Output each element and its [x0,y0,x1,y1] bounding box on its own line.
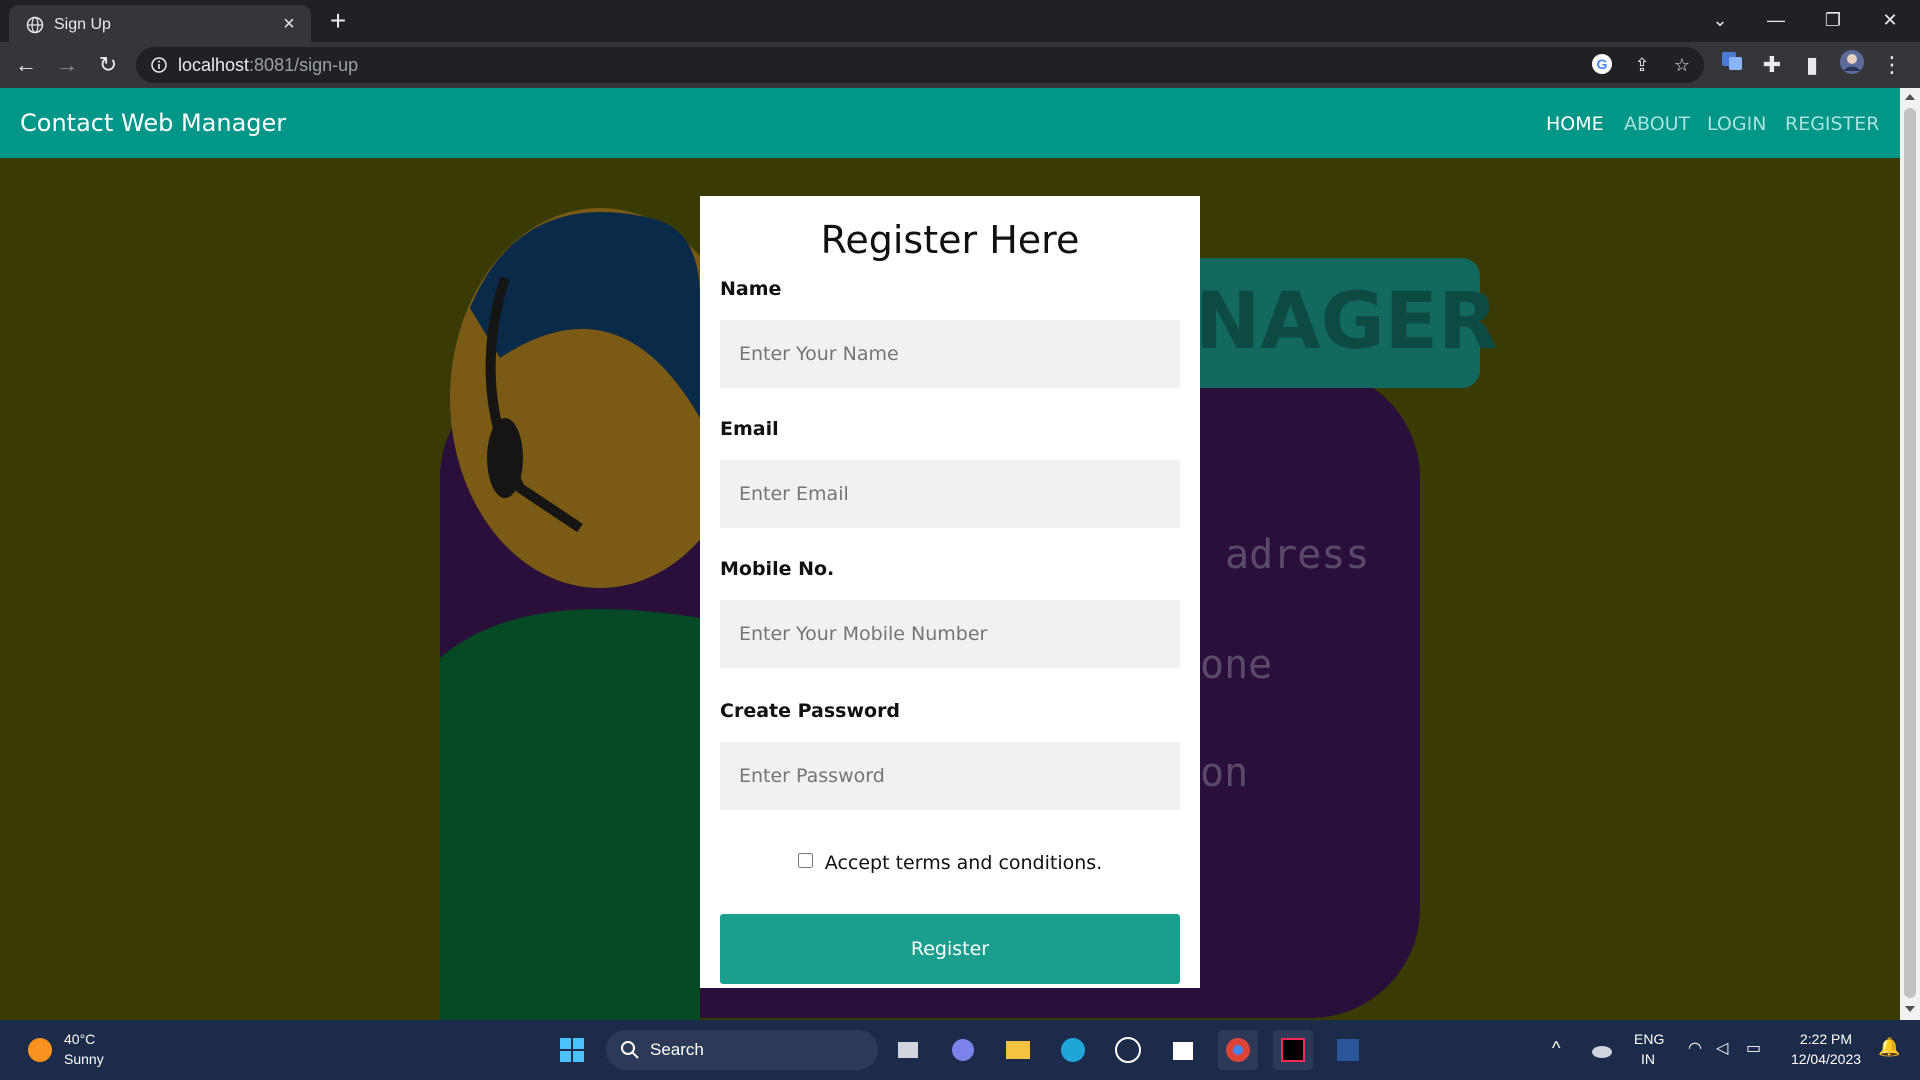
mobile-input[interactable] [720,600,1180,668]
task-view-icon[interactable] [888,1030,928,1070]
edge-browser-icon[interactable] [1053,1030,1093,1070]
battery-icon[interactable]: ▭ [1746,1038,1761,1058]
register-button[interactable]: Register [720,914,1180,984]
password-input[interactable] [720,742,1180,810]
bookmark-star-icon[interactable]: ☆ [1670,53,1694,77]
browser-tab-strip: Sign Up × + ⌄ — ❐ ✕ [0,0,1920,42]
url-host: localhost [178,55,250,75]
globe-icon [26,16,44,34]
bg-word-phone: one [1200,642,1272,688]
microsoft-store-icon[interactable] [1163,1030,1203,1070]
clock-date[interactable]: 12/04/2023 [1786,1051,1866,1067]
notifications-bell-icon[interactable]: 🔔 [1878,1037,1900,1058]
bg-word-adress: adress [1225,532,1370,578]
minimize-icon[interactable]: — [1756,4,1796,36]
new-tab-button[interactable]: + [324,7,352,36]
sun-icon[interactable] [28,1038,52,1062]
tab-sign-up[interactable]: Sign Up × [9,5,311,42]
scroll-up-icon[interactable] [1905,94,1915,100]
close-tab-icon[interactable]: × [277,12,301,36]
translate-extension-icon[interactable] [1716,49,1748,81]
weather-condition[interactable]: Sunny [64,1051,104,1067]
show-hidden-icons-icon[interactable]: ^ [1552,1038,1560,1059]
url-path: :8081/sign-up [249,55,359,75]
nav-home[interactable]: HOME [1546,113,1604,135]
search-label: Search [650,1040,704,1059]
forward-icon[interactable]: → [51,49,83,81]
reload-icon[interactable]: ↻ [92,49,124,81]
site-navbar: Contact Web Manager HOME ABOUT LOGIN REG… [0,88,1900,158]
restore-icon[interactable]: ❐ [1813,4,1853,36]
avatar-icon [1840,50,1864,74]
bg-word-manager: NAGER [1195,277,1498,367]
address-bar[interactable]: localhost:8081/sign-up G ⇪ ☆ [136,47,1704,83]
password-label: Create Password [720,700,901,722]
email-label: Email [720,418,779,440]
back-icon[interactable]: ← [10,49,42,81]
word-icon[interactable] [1328,1030,1368,1070]
google-g-icon: G [1592,54,1612,74]
wifi-icon[interactable]: ◠ [1688,1038,1702,1058]
profile-avatar[interactable] [1836,49,1868,81]
site-info-icon[interactable] [150,56,168,74]
bg-word-on: on [1200,750,1248,796]
onedrive-icon[interactable] [1582,1030,1622,1070]
nav-about[interactable]: ABOUT [1624,113,1690,135]
email-input[interactable] [720,460,1180,528]
language-bottom[interactable]: IN [1641,1051,1655,1067]
close-window-icon[interactable]: ✕ [1870,4,1910,36]
side-panel-icon[interactable]: ▮ [1796,49,1828,81]
extensions-puzzle-icon[interactable]: ✚ [1756,49,1788,81]
volume-icon[interactable]: ◁ [1716,1038,1728,1058]
weather-temperature[interactable]: 40°C [64,1031,95,1047]
chrome-icon[interactable] [1218,1030,1258,1070]
site-brand[interactable]: Contact Web Manager [20,109,286,137]
share-icon[interactable]: ⇪ [1630,53,1654,77]
translate-icon [1722,52,1742,70]
dell-icon[interactable] [1108,1030,1148,1070]
tab-search-icon[interactable]: ⌄ [1700,4,1740,36]
name-label: Name [720,278,782,300]
register-form-card: Register Here Name Email Mobile No. Crea… [700,196,1200,988]
google-icon[interactable]: G [1590,53,1614,77]
taskbar-search[interactable]: Search [606,1030,878,1070]
svg-text:G: G [1597,56,1608,72]
page-scrollbar[interactable] [1900,88,1920,1020]
menu-kebab-icon[interactable]: ⋮ [1876,49,1908,81]
scrollbar-thumb[interactable] [1904,108,1916,998]
terms-row: Accept terms and conditions. [700,852,1200,874]
windows-taskbar: 40°C Sunny Search ^ ENG IN ◠ ◁ ▭ 2:22 PM… [0,1020,1920,1080]
scroll-down-icon[interactable] [1905,1006,1915,1012]
teams-chat-icon[interactable] [943,1030,983,1070]
search-icon [621,1041,639,1059]
browser-toolbar: ← → ↻ localhost:8081/sign-up G ⇪ ☆ ✚ ▮ ⋮ [0,42,1920,88]
mobile-label: Mobile No. [720,558,835,580]
bg-person-shirt [440,609,700,1020]
form-title: Register Here [820,218,1080,262]
file-explorer-icon[interactable] [998,1030,1038,1070]
bg-headset-ear [487,418,523,498]
language-top[interactable]: ENG [1634,1031,1664,1047]
terms-checkbox[interactable] [797,853,813,868]
tab-title: Sign Up [54,16,111,33]
clock-time[interactable]: 2:22 PM [1786,1031,1866,1047]
windows-start-icon[interactable] [552,1030,592,1070]
url-text: localhost:8081/sign-up [178,55,358,76]
page-viewport: Contact Web Manager HOME ABOUT LOGIN REG… [0,88,1900,1020]
name-input[interactable] [720,320,1180,388]
terms-label[interactable]: Accept terms and conditions. [825,852,1102,874]
intellij-icon[interactable] [1273,1030,1313,1070]
nav-login[interactable]: LOGIN [1707,113,1766,135]
nav-register[interactable]: REGISTER [1785,113,1879,135]
